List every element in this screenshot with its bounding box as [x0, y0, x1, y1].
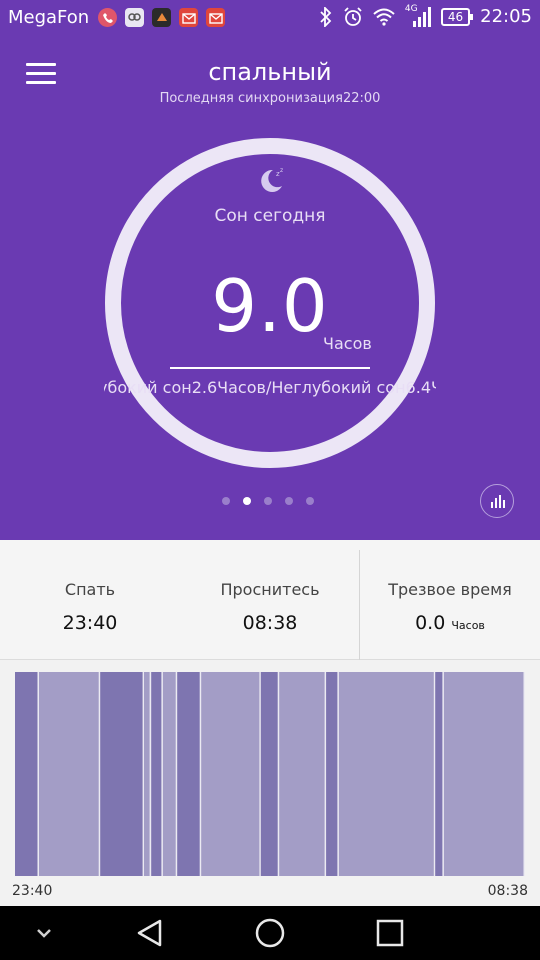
awake-time-label: Трезвое время — [388, 580, 512, 599]
page-dot[interactable] — [306, 497, 314, 505]
back-triangle-icon — [137, 919, 162, 947]
bar-chart-icon — [490, 494, 505, 508]
awake-time-unit: Часов — [451, 619, 485, 632]
last-sync-text: Последняя синхронизация22:00 — [159, 91, 381, 106]
recent-apps-button[interactable] — [370, 906, 410, 960]
deep-sleep-segment — [100, 672, 143, 876]
light-sleep-segment — [338, 672, 434, 876]
deep-sleep-segment — [151, 672, 162, 876]
sleep-summary-header: спальный Последняя синхронизация22:00 z … — [0, 36, 540, 540]
page-dot[interactable] — [243, 497, 251, 505]
sleep-stats-row: Спать 23:40 Проснитесь 08:38 Трезвое вре… — [0, 540, 540, 660]
bluetooth-icon — [320, 6, 332, 27]
page-title: спальный — [208, 58, 332, 86]
status-bar: MegaFon 4G 46 22:05 — [0, 0, 540, 36]
deep-sleep-segment — [260, 672, 278, 876]
wake-value: 08:38 — [242, 612, 298, 634]
page-dot[interactable] — [285, 497, 293, 505]
deep-sleep-segment — [435, 672, 443, 876]
mail-app-icon-2 — [206, 8, 225, 27]
sleep-hours-value: 9.0 — [211, 264, 329, 348]
light-sleep-segment — [39, 672, 99, 876]
svg-text:z: z — [280, 167, 283, 174]
light-sleep-segment — [279, 672, 325, 876]
home-circle-icon — [255, 918, 285, 948]
page-dot[interactable] — [264, 497, 272, 505]
awake-time-value-wrap: 0.0 Часов — [360, 612, 540, 634]
page-indicator — [222, 497, 314, 505]
sleep-start-value: 23:40 — [62, 612, 118, 634]
light-sleep-segment — [201, 672, 260, 876]
phone-app-icon — [98, 8, 117, 27]
messenger-app-icon — [125, 8, 144, 27]
game-app-icon — [152, 8, 171, 27]
wifi-icon — [373, 8, 395, 26]
awake-time-stat: Трезвое время 0.0 Часов — [360, 540, 540, 660]
clock: 22:05 — [480, 6, 532, 27]
notification-icons — [98, 8, 225, 27]
system-nav-bar — [0, 906, 540, 960]
cell-signal-icon: 4G — [405, 4, 431, 27]
moon-icon: z z — [261, 167, 283, 192]
sleep-breakdown-marquee: Глубокий сон2.6Часов/Неглубокий сон6.4Ч — [104, 376, 436, 400]
statistics-button[interactable] — [480, 484, 514, 518]
home-button[interactable] — [250, 906, 290, 960]
sleep-hours-unit: Часов — [323, 334, 372, 353]
deep-sleep-segment — [326, 672, 338, 876]
carrier-name: MegaFon — [8, 7, 90, 28]
light-sleep-segment — [162, 672, 176, 876]
sleep-start-stat: Спать 23:40 — [0, 540, 180, 660]
sleep-start-label: Спать — [64, 580, 116, 599]
sleep-breakdown-text: Глубокий сон2.6Часов/Неглубокий сон6.4Ч — [104, 378, 436, 397]
timeline-end-label: 08:38 — [487, 883, 528, 899]
deep-sleep-segment — [177, 672, 200, 876]
hide-nav-button[interactable] — [26, 906, 62, 960]
alarm-icon — [344, 6, 362, 26]
wake-label: Проснитесь — [220, 580, 320, 599]
chevron-down-icon — [37, 929, 51, 938]
page-dot[interactable] — [222, 497, 230, 505]
battery-icon: 46 — [440, 7, 474, 26]
mail-app-icon — [179, 8, 198, 27]
deep-sleep-segment — [15, 672, 38, 876]
awake-time-value: 0.0 — [415, 612, 446, 634]
sleep-today-label: Сон сегодня — [214, 206, 326, 226]
light-sleep-segment — [443, 672, 524, 876]
recent-square-icon — [376, 919, 404, 947]
light-sleep-segment — [144, 672, 150, 876]
wake-stat: Проснитесь 08:38 — [180, 540, 360, 660]
timeline-start-label: 23:40 — [12, 883, 53, 899]
sleep-phase-timeline — [15, 672, 525, 876]
back-button[interactable] — [130, 906, 170, 960]
value-underline — [170, 367, 370, 369]
